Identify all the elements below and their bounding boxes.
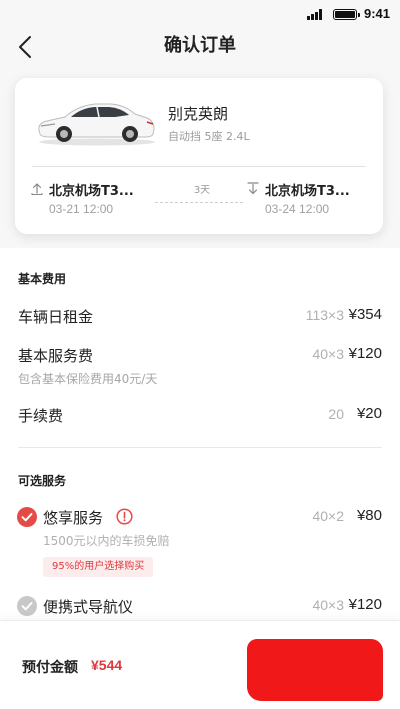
fee-label: 基本服务费 [18,347,94,365]
battery-icon [333,9,360,20]
option-row-premium-service[interactable]: 悠享服务 40×2 ¥80 [0,507,400,529]
info-circle-icon[interactable] [116,508,133,525]
car-name: 别克英朗 [168,105,229,123]
prepay-amount: ¥544 [91,657,123,673]
fee-qty: 40×3 [312,346,344,362]
option-qty: 40×2 [312,508,344,524]
checked-circle-icon[interactable] [17,596,37,616]
promo-tag: 95%的用户选择购买 [43,557,154,577]
duration-dashed-line [155,202,243,203]
signal-bars-icon [307,9,323,20]
fee-qty: 20 [328,406,344,422]
pickup-location-name: 北京机场T3... [49,184,134,199]
fee-row-daily-rent: 车辆日租金 113×3 ¥354 [0,306,400,328]
car-card[interactable]: 别克英朗 自动挡 5座 2.4L 北京机场T3... 03-21 12:00 3… [15,78,383,234]
dropoff-location-name: 北京机场T3... [265,184,350,199]
fee-amount: ¥354 [348,306,382,323]
checked-circle-icon[interactable] [17,507,37,527]
option-qty: 40×3 [312,597,344,613]
option-amount: ¥120 [348,596,382,613]
rental-duration: 3天 [193,185,211,196]
dropoff-arrow-down-icon [247,182,259,195]
option-label: 便携式导航仪 [43,598,134,616]
fee-row-basic-service: 基本服务费 40×3 ¥120 [0,345,400,367]
car-spec: 自动挡 5座 2.4L [168,130,250,143]
pay-button[interactable] [247,639,383,701]
page-title: 确认订单 [164,35,236,56]
white-sedan-image [38,103,155,146]
status-time: 9:41 [364,6,391,21]
fee-qty: 113×3 [305,307,344,323]
option-row-portable-navigator[interactable]: 便携式导航仪 40×3 ¥120 [0,596,400,618]
fee-label: 手续费 [18,407,64,425]
dropoff-time: 03-24 12:00 [265,202,330,216]
pickup-time: 03-21 12:00 [49,202,114,216]
fee-amount: ¥120 [348,345,382,362]
basic-fees-heading: 基本费用 [18,272,67,286]
premium-service-note: 1500元以内的车损免赔 [43,534,170,548]
card-divider [32,166,366,167]
fee-row-handling: 手续费 20 ¥20 [0,405,400,427]
bottom-bar: 预付金额 ¥544 [0,620,400,709]
optional-services-heading: 可选服务 [18,474,67,488]
option-amount: ¥80 [356,507,382,524]
fee-amount: ¥20 [356,405,382,422]
fee-label: 车辆日租金 [18,308,94,326]
basic-service-note: 包含基本保险费用40元/天 [18,372,158,386]
option-label: 悠享服务 [43,509,104,527]
prepay-label: 预付金额 [22,660,78,676]
section-divider [18,447,382,448]
pickup-arrow-up-icon [31,183,43,195]
status-bar: 9:41 [0,0,400,28]
